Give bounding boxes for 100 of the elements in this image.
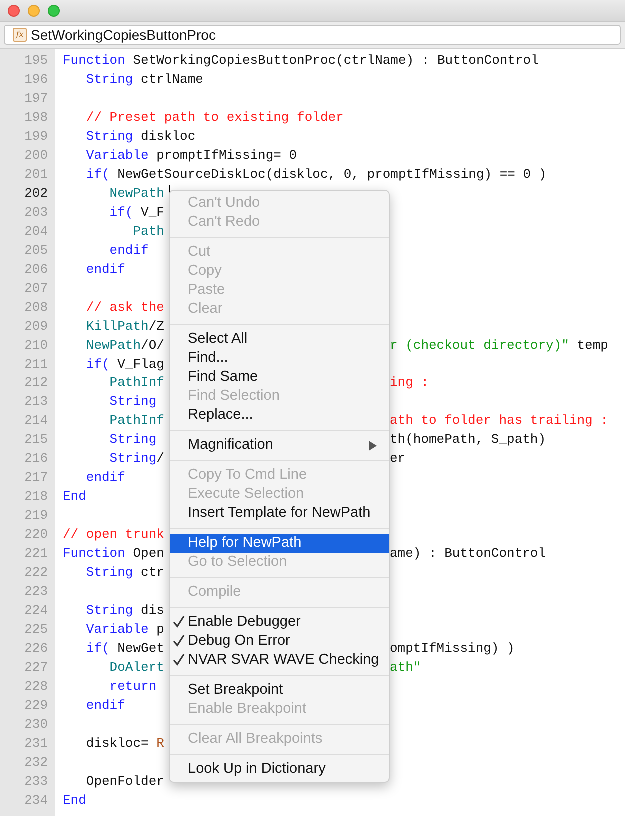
line-number: 207: [24, 280, 48, 296]
code-line: Path: [132, 224, 164, 239]
procedure-selector[interactable]: fx SetWorkingCopiesButtonProc: [4, 25, 621, 45]
close-button[interactable]: [8, 4, 20, 16]
line-number: 198: [24, 110, 48, 125]
line-number: 212: [24, 375, 48, 390]
minimize-button[interactable]: [28, 4, 40, 16]
line-number: 195: [24, 53, 48, 68]
line-number: 223: [24, 584, 48, 600]
line-number: 203: [24, 204, 48, 220]
line-number: 227: [24, 660, 48, 675]
code-line: r (checkout directory)" temp: [390, 336, 608, 354]
code-line: End: [63, 489, 86, 504]
code-line: endif: [108, 242, 149, 258]
code-line: KillPath/Z: [85, 318, 164, 334]
menu-item[interactable]: Find...: [170, 349, 389, 368]
code-line: ing :: [390, 374, 430, 392]
code-line: OpenFolder: [85, 774, 164, 789]
code-line: if( V_Flag: [85, 356, 164, 372]
menu-item[interactable]: NVAR SVAR WAVE Checking: [170, 651, 389, 670]
menu-item[interactable]: Set Breakpoint: [170, 681, 389, 700]
code-line: // Preset path to existing folder: [85, 110, 344, 125]
line-number: 205: [24, 242, 48, 258]
code-line: NewPath: [108, 186, 164, 201]
code-line: if( NewGetSourceDiskLoc(diskloc, 0, promptIfMissing) == 0 ): [85, 166, 547, 182]
menu-item[interactable]: Insert Template for NewPath: [170, 504, 389, 523]
menu-item[interactable]: Find Same: [170, 368, 389, 387]
line-number: 226: [24, 641, 48, 656]
code-line: ath": [390, 659, 422, 677]
code-line: String ctrlName: [85, 72, 204, 87]
line-number: 216: [24, 451, 48, 466]
code-line: // open trunk: [63, 527, 164, 542]
line-number: 230: [24, 716, 48, 732]
code-line: return: [108, 678, 157, 694]
function-icon: fx: [13, 28, 27, 42]
menu-item[interactable]: Help for NewPath: [170, 534, 389, 553]
code-line: endif: [85, 470, 126, 486]
code-line: // ask the: [85, 300, 164, 315]
code-line: End: [63, 792, 86, 808]
code-line: PathInf: [108, 375, 164, 390]
code-line: String/: [108, 451, 164, 466]
code-line: ath to folder has trailing :: [390, 412, 608, 430]
line-number: 202: [24, 186, 48, 201]
code-line: Variable promptIfMissing= 0: [85, 148, 298, 163]
code-line: if( V_F: [108, 204, 164, 220]
line-number: 213: [24, 394, 48, 410]
line-number: 225: [24, 622, 48, 638]
code-line: omptIfMissing) ): [390, 640, 515, 658]
code-line: Function Open: [63, 546, 164, 562]
line-number: 232: [24, 754, 48, 770]
line-number: 233: [24, 774, 48, 789]
code-line: Function SetWorkingCopiesButtonProc(ctrlName) : ButtonControl: [63, 53, 539, 68]
line-number: 224: [24, 603, 48, 618]
line-number: 215: [24, 432, 48, 448]
line-number: 209: [24, 318, 48, 334]
code-line: String ctr: [85, 565, 164, 580]
code-line: String diskloc: [85, 128, 196, 144]
menu-item[interactable]: Look Up in Dictionary: [170, 760, 389, 779]
code-line: String: [108, 432, 157, 448]
window-title: SetWorkingCopiesButtonProc: [31, 26, 216, 45]
line-number: 197: [24, 90, 48, 106]
line-number: 228: [24, 678, 48, 694]
line-number: 206: [24, 262, 48, 277]
line-number: 200: [24, 148, 48, 163]
line-number: 211: [24, 356, 48, 372]
line-number: 231: [24, 736, 48, 751]
code-line: NewPath/O/: [85, 338, 164, 353]
line-number: 208: [24, 300, 48, 315]
line-number: 196: [24, 72, 48, 87]
menu-item[interactable]: Select All: [170, 330, 389, 349]
line-number: 217: [24, 470, 48, 486]
line-number: 218: [24, 489, 48, 504]
code-line: PathInf: [108, 413, 164, 428]
line-number: 220: [24, 527, 48, 542]
code-line: String: [108, 394, 157, 410]
code-line: er: [390, 450, 406, 468]
menu-item[interactable]: Debug On Error: [170, 632, 389, 651]
code-line: String dis: [85, 603, 164, 618]
line-number: 201: [24, 166, 48, 182]
line-number: 221: [24, 546, 48, 562]
zoom-button[interactable]: [48, 4, 60, 16]
line-number: 222: [24, 565, 48, 580]
menu-item[interactable]: Replace...: [170, 406, 389, 425]
code-line: diskloc= R: [85, 736, 164, 751]
line-number: 234: [24, 792, 48, 808]
code-line: Variable p: [85, 622, 164, 638]
menu-item[interactable]: Enable Debugger: [170, 613, 389, 632]
code-line: ame) : ButtonControl: [390, 545, 546, 564]
code-line: th(homePath, S_path): [390, 431, 546, 450]
code-line: endif: [85, 262, 126, 277]
line-number: 219: [24, 508, 48, 524]
code-line: endif: [85, 698, 126, 713]
line-number: 204: [24, 224, 48, 239]
submenu-arrow-icon: [369, 441, 377, 451]
line-number: 229: [24, 698, 48, 713]
code-line: DoAlert: [108, 660, 164, 675]
code-line: if( NewGet: [85, 641, 164, 656]
line-number: 210: [24, 338, 48, 353]
menu-item[interactable]: Magnification: [170, 436, 389, 455]
line-number: 214: [24, 413, 48, 428]
